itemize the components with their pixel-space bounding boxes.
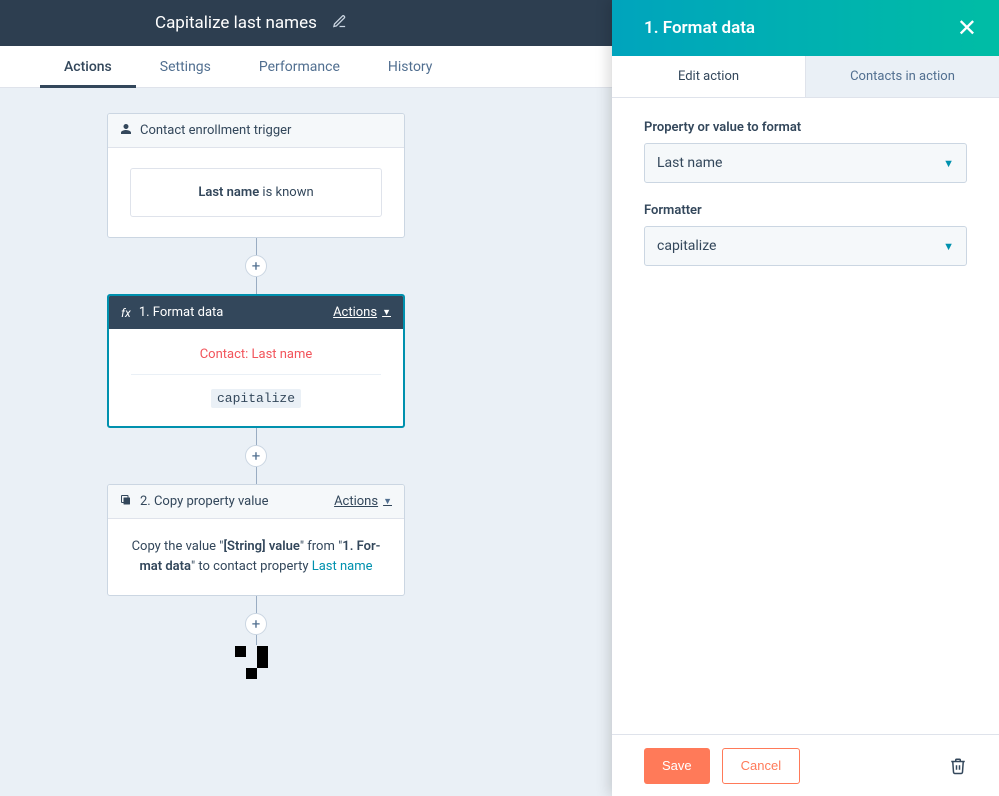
cancel-button[interactable]: Cancel [722,748,800,784]
tab-settings[interactable]: Settings [136,46,235,87]
save-button[interactable]: Save [644,748,710,784]
add-node-button[interactable]: + [245,613,267,635]
panel-header: 1. Format data ✕ [612,0,999,56]
copy-body-text: Copy the value "[String] value" from "1.… [108,519,404,595]
copy-actions-dropdown[interactable]: Actions ▼ [334,494,392,509]
panel-title: 1. Format data [644,18,755,38]
panel-footer: Save Cancel [612,734,999,796]
caret-down-icon: ▼ [943,157,954,170]
tab-actions[interactable]: Actions [40,46,136,87]
flow-column: Contact enrollment trigger Last name is … [107,113,405,668]
panel-tab-edit-action[interactable]: Edit action [612,56,805,97]
format-data-card[interactable]: fx 1. Format data Actions ▼ Contact: Las… [107,294,405,428]
formatter-chip: capitalize [211,389,301,408]
trash-icon[interactable] [949,757,967,775]
person-icon [120,123,132,138]
workflow-title: Capitalize last names [155,13,317,33]
close-icon[interactable]: ✕ [957,14,977,42]
enrollment-header-text: Contact enrollment trigger [140,123,291,138]
format-header-text: 1. Format data [139,305,224,320]
property-select-value: Last name [657,155,722,171]
panel-tabs: Edit action Contacts in action [612,56,999,98]
property-to-format-label: Property or value to format [644,120,967,135]
tab-performance[interactable]: Performance [235,46,364,87]
panel-tab-contacts-in-action[interactable]: Contacts in action [805,56,999,97]
connector-line [256,467,257,484]
caret-down-icon: ▼ [383,496,392,507]
copy-card-header: 2. Copy property value Actions ▼ [108,485,404,519]
connector-line [256,428,257,445]
connector-line [256,277,257,294]
formatter-select[interactable]: capitalize ▼ [644,226,967,266]
enrollment-card-header: Contact enrollment trigger [108,114,404,148]
enrollment-trigger-card[interactable]: Contact enrollment trigger Last name is … [107,113,405,238]
format-actions-label: Actions [333,305,377,320]
pencil-icon[interactable] [332,14,347,33]
function-icon: fx [121,306,131,320]
side-panel: 1. Format data ✕ Edit action Contacts in… [612,0,999,796]
add-node-button[interactable]: + [245,255,267,277]
caret-down-icon: ▼ [382,307,391,318]
panel-content: Property or value to format Last name ▼ … [612,98,999,734]
last-name-property-link[interactable]: Last name [312,559,373,574]
connector-line [256,238,257,255]
formatter-label: Formatter [644,203,967,218]
caret-down-icon: ▼ [943,240,954,253]
connector-line [256,596,257,613]
workflow-canvas[interactable]: Contact enrollment trigger Last name is … [0,88,612,796]
connector-line [256,635,257,645]
tab-history[interactable]: History [364,46,457,87]
divider [131,374,381,375]
enrollment-property: Last name [198,185,259,200]
format-card-header: fx 1. Format data Actions ▼ [109,296,403,329]
copy-icon [120,494,132,509]
enrollment-condition-box[interactable]: Last name is known [130,168,382,217]
end-flag-icon [235,646,277,668]
add-node-button[interactable]: + [245,445,267,467]
copy-property-card[interactable]: 2. Copy property value Actions ▼ Copy th… [107,484,405,596]
copy-header-text: 2. Copy property value [140,494,268,509]
copy-actions-label: Actions [334,494,378,509]
property-select[interactable]: Last name ▼ [644,143,967,183]
format-actions-dropdown[interactable]: Actions ▼ [333,305,391,320]
formatter-select-value: capitalize [657,238,716,254]
enrollment-condition: is known [259,185,313,200]
format-property-text: Contact: Last name [131,347,381,374]
